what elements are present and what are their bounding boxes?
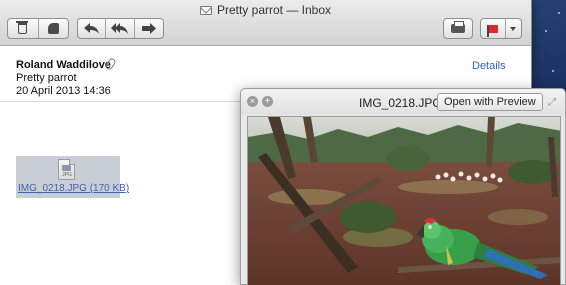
reply-button[interactable] [78,19,107,38]
mail-titlebar: Pretty parrot — Inbox [0,0,531,46]
desktop-star [552,70,554,72]
flag-icon [487,24,499,37]
attachment-link[interactable]: IMG_0218.JPG (170 KB) [18,183,129,194]
close-icon[interactable]: × [247,96,258,107]
parrot-photo [247,116,561,285]
quicklook-titlebar[interactable]: × + IMG_0218.JPG Open with Preview ⤢ [241,89,565,115]
trash-icon [16,21,29,34]
expand-icon[interactable]: ⤢ [548,97,559,108]
window-title: Pretty parrot — Inbox [0,3,531,17]
details-link[interactable]: Details [472,60,506,72]
quicklook-panel: × + IMG_0218.JPG Open with Preview ⤢ [240,88,566,285]
open-with-preview-button[interactable]: Open with Preview [437,93,543,111]
printer-icon [451,21,465,33]
reply-group [77,18,164,39]
desktop-star [545,30,547,32]
print-group [443,18,473,39]
reply-all-icon [111,23,129,34]
flag-menu-button[interactable] [506,19,521,38]
reply-all-button[interactable] [106,19,135,38]
desktop-star [558,12,560,14]
file-type-label: JPG [62,172,72,178]
parrot-photo-image [248,117,560,285]
print-button[interactable] [444,19,472,38]
flag-button[interactable] [481,19,506,38]
forward-icon [141,23,156,34]
delete-button[interactable] [8,19,39,38]
message-subject: Pretty parrot [16,72,77,84]
fullscreen-icon[interactable]: + [262,96,273,107]
junk-button[interactable] [39,19,69,38]
reply-icon [83,23,99,34]
file-thumbnail [62,165,71,171]
message-date: 20 April 2013 14:36 [16,85,111,97]
junk-icon [47,23,59,34]
delete-junk-group [7,18,69,39]
forward-button[interactable] [135,19,163,38]
sender-name: Roland Waddilove [16,59,111,71]
window-title-text: Pretty parrot — Inbox [216,3,332,17]
quicklook-filename: IMG_0218.JPG [359,96,442,110]
envelope-icon [199,6,212,15]
flag-group [480,18,522,39]
chevron-down-icon [510,26,517,31]
attachment[interactable]: JPG IMG_0218.JPG (170 KB) [16,156,129,198]
jpg-file-icon: JPG [58,159,75,180]
